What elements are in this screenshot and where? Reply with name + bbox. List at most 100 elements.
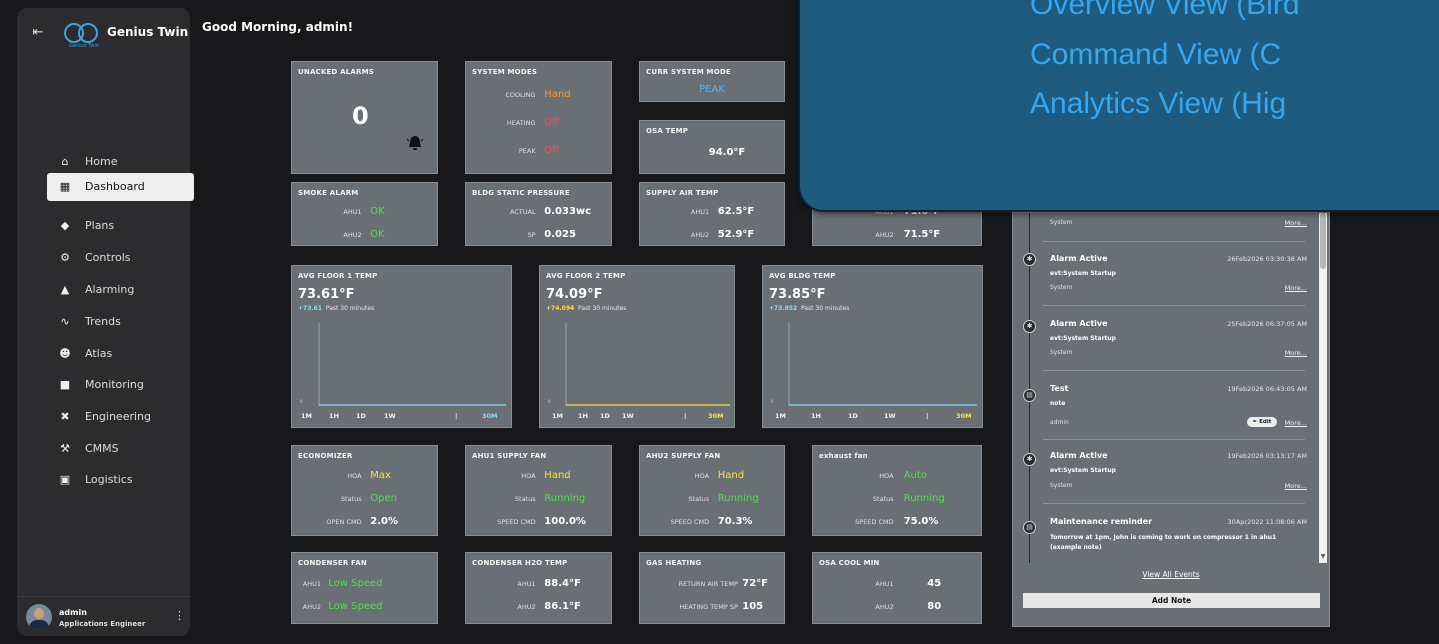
card-title: CONDENSER H2O TEMP [472, 559, 568, 567]
user-profile[interactable]: admin Applications Engineer ⋮ [17, 596, 190, 636]
sidebar-item-atlas[interactable]: ☻ Atlas [40, 340, 190, 368]
collapse-sidebar-icon[interactable]: ⇤ [27, 22, 49, 44]
mode-value: Off [544, 145, 560, 156]
condenser-h2o-temp-card[interactable]: CONDENSER H2O TEMP AHU1 88.4°F AHU2 86.1… [465, 552, 612, 624]
avatar [26, 604, 52, 630]
condenser-fan-card[interactable]: CONDENSER FAN AHU1 Low Speed AHU2 Low Sp… [291, 552, 438, 624]
timeframe-1w[interactable]: 1W [622, 412, 634, 420]
timeframe-separator: | [455, 412, 458, 420]
ahu2-supply-fan-card[interactable]: AHU2 SUPPLY FAN HOA Hand Status Running … [639, 445, 785, 536]
card-title: SYSTEM MODES [472, 68, 538, 76]
row-value: Low Speed [328, 578, 383, 589]
unacked-alarms-card[interactable]: UNACKED ALARMS 0 [291, 61, 438, 174]
avg-floor1-temp-card[interactable]: AVG FLOOR 1 TEMP 73.61°F +73.61 Past 30 … [291, 265, 512, 428]
timeframe-1m[interactable]: 1M [552, 412, 563, 420]
row-value: 70.3% [717, 516, 753, 527]
trend-zero-label: 0 [771, 399, 774, 404]
sidebar-item-alarming[interactable]: ▲ Alarming [40, 276, 190, 304]
fan-row-hoa: HOA Auto [813, 470, 981, 484]
timeframe-30m[interactable]: 30M [482, 412, 498, 420]
timeframe-1d[interactable]: 1D [600, 412, 610, 420]
timeframe-30m[interactable]: 30M [956, 412, 972, 420]
sidebar-item-logistics[interactable]: ▣ Logistics [40, 466, 190, 494]
scrollbar-thumb[interactable] [1320, 213, 1326, 269]
timeframe-1d[interactable]: 1D [848, 412, 858, 420]
edit-note-button[interactable]: ✒ Edit [1247, 417, 1277, 427]
sidebar-item-dashboard[interactable]: ▦ Dashboard [47, 173, 194, 201]
timeframe-1m[interactable]: 1M [775, 412, 786, 420]
trend-value: 74.09°F [546, 287, 603, 302]
people-icon: ☻ [59, 347, 71, 360]
event-user: System [1050, 284, 1073, 291]
timeframe-30m[interactable]: 30M [708, 412, 724, 420]
user-name: admin [59, 608, 87, 617]
smoke-alarm-card[interactable]: SMOKE ALARM AHU1 OK AHU2 OK [291, 182, 438, 246]
event-more-link[interactable]: More... [1285, 419, 1307, 427]
event-desc-continued: (example note) [1050, 544, 1102, 551]
row-label: AHU2 [343, 231, 362, 239]
supply-air-temp-card[interactable]: SUPPLY AIR TEMP AHU1 62.5°F AHU2 52.9°F [639, 182, 785, 246]
gas-row-return-air: RETURN AIR TEMP 72°F [640, 578, 784, 592]
event-more-link[interactable]: More... [1285, 349, 1307, 357]
row-label: HOA [347, 472, 362, 480]
condenser-row-ahu2: AHU2 Low Speed [292, 601, 437, 615]
tools-icon: ✖ [60, 410, 70, 423]
layers-icon: ◆ [60, 219, 70, 232]
sidebar-item-controls[interactable]: ⚙ Controls [40, 244, 190, 272]
osa-temp-card[interactable]: OSA TEMP 94.0°F [639, 120, 785, 174]
trend-value: 73.61°F [298, 287, 355, 302]
row-value: 62.5°F [717, 206, 755, 217]
row-label: HEATING TEMP SP [679, 603, 738, 611]
mode-row-cooling: COOLING Hand [466, 89, 611, 103]
timeframe-1h[interactable]: 1H [811, 412, 821, 420]
row-value: OK [370, 229, 385, 240]
row-value: Hand [717, 470, 745, 481]
gas-heating-card[interactable]: GAS HEATING RETURN AIR TEMP 72°F HEATING… [639, 552, 785, 624]
sidebar-item-home[interactable]: ⌂ Home [40, 148, 190, 176]
event-more-link[interactable]: More... [1285, 219, 1307, 227]
event-separator [1043, 305, 1305, 306]
event-more-link[interactable]: More... [1285, 284, 1307, 292]
sidebar-item-label: CMMS [85, 442, 119, 455]
bell-icon: ▲ [60, 283, 70, 296]
card-title: AVG BLDG TEMP [769, 272, 836, 280]
timeframe-1h[interactable]: 1H [578, 412, 588, 420]
event-time: 19Feb2026 06:43:05 AM [1227, 385, 1307, 393]
row-label: AHU2 [690, 231, 710, 239]
exhaust-fan-card[interactable]: exhaust fan HOA Auto Status Running SPEE… [812, 445, 982, 536]
sidebar-item-monitoring[interactable]: ■ Monitoring [40, 371, 190, 399]
row-value: 88.4°F [544, 578, 581, 589]
sidebar-item-plans[interactable]: ◆ Plans [40, 212, 190, 240]
sidebar-item-engineering[interactable]: ✖ Engineering [40, 403, 190, 431]
avg-bldg-temp-card[interactable]: AVG BLDG TEMP 73.85°F +73.852 Past 30 mi… [762, 265, 983, 428]
curr-system-mode-card[interactable]: CURR SYSTEM MODE PEAK [639, 61, 785, 102]
bldg-static-pressure-card[interactable]: BLDG STATIC PRESSURE ACTUAL 0.033wc SP 0… [465, 182, 612, 246]
row-label: AHU2 [875, 603, 894, 611]
system-modes-card[interactable]: SYSTEM MODES COOLING Hand HEATING Off PE… [465, 61, 612, 174]
ahu1-supply-fan-card[interactable]: AHU1 SUPPLY FAN HOA Hand Status Running … [465, 445, 612, 536]
sidebar-item-cmms[interactable]: ⚒ CMMS [40, 435, 190, 463]
timeframe-1d[interactable]: 1D [356, 412, 366, 420]
scroll-down-icon[interactable]: ▼ [1319, 553, 1327, 561]
add-note-button[interactable]: Add Note [1023, 593, 1320, 608]
fan-row-status: Status Running [813, 493, 981, 507]
economizer-card[interactable]: ECONOMIZER HOA Max Status Open OPEN CMD … [291, 445, 438, 536]
row-label: AHU2 [302, 603, 321, 611]
timeframe-1w[interactable]: 1W [884, 412, 896, 420]
kebab-menu-icon[interactable]: ⋮ [174, 609, 185, 622]
trend-delta: +73.852 [769, 305, 798, 312]
events-scrollbar[interactable]: ▼ [1319, 213, 1327, 563]
timeframe-1m[interactable]: 1M [301, 412, 312, 420]
view-all-events-link[interactable]: View All Events [1013, 570, 1329, 579]
sidebar-item-label: Home [85, 155, 118, 168]
osa-cool-min-card[interactable]: OSA COOL MIN AHU1 45 AHU2 80 [812, 552, 982, 624]
event-more-link[interactable]: More... [1285, 482, 1307, 490]
timeframe-1w[interactable]: 1W [384, 412, 396, 420]
avg-floor2-temp-card[interactable]: AVG FLOOR 2 TEMP 74.09°F +74.094 Past 30… [539, 265, 735, 428]
popup-line-analytics: Analytics View (Hig [1030, 87, 1287, 120]
sidebar-item-trends[interactable]: ∿ Trends [40, 308, 190, 336]
timeframe-1h[interactable]: 1H [329, 412, 339, 420]
supply-row-ahu1: AHU1 62.5°F [640, 206, 784, 220]
row-label: SPEED CMD [497, 518, 536, 526]
row-value: Auto [903, 470, 927, 481]
